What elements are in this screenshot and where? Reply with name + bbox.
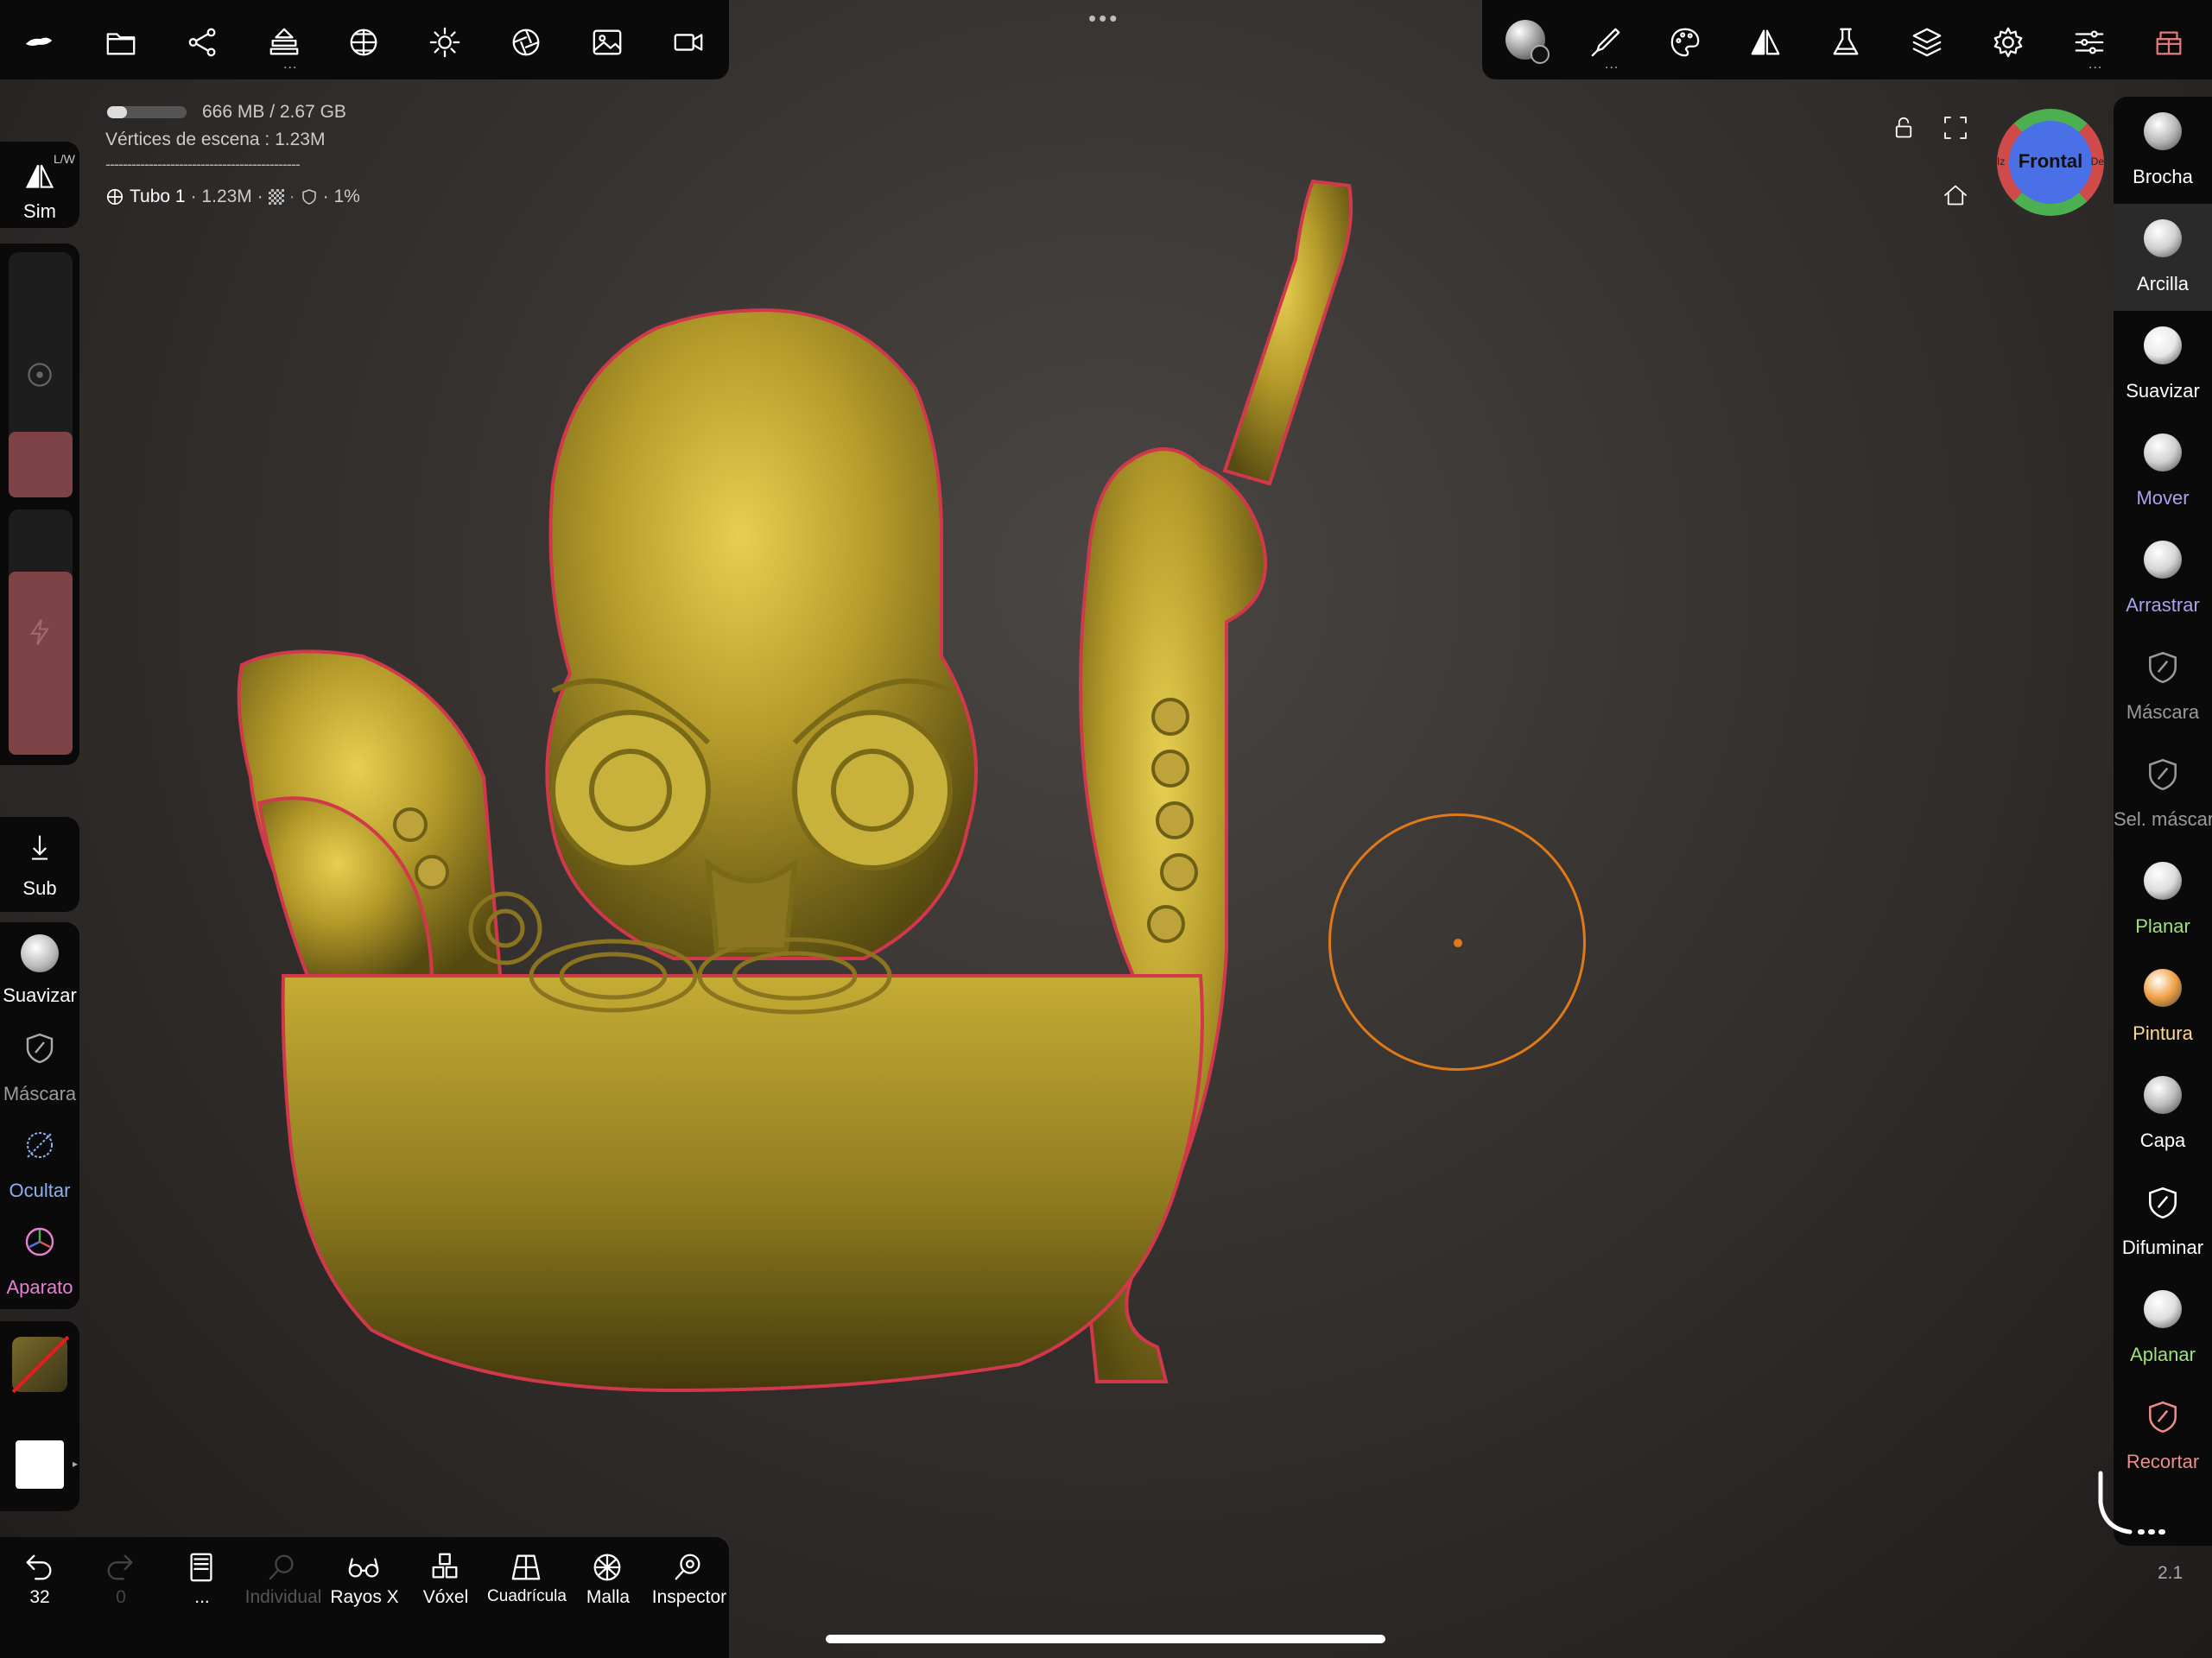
xray-button[interactable]: Rayos X [325,1546,404,1632]
orientation-cube[interactable]: Frontal Iz De [1997,109,2104,216]
brush-sphere-icon [2144,1076,2182,1114]
brush-tool[interactable]: Máscara [2114,632,2212,739]
brush-sphere-icon [2144,112,2182,150]
grid-label: Cuadrícula [487,1587,567,1605]
redo-icon [107,1554,133,1580]
brush-sphere-icon [2144,326,2182,364]
brush-tool[interactable]: Mover [2114,418,2212,525]
inspector-button[interactable]: Inspector [650,1546,729,1632]
brush-glyph-icon [2149,1187,2177,1219]
glasses-icon [348,1558,379,1578]
voxel-label: Vóxel [422,1587,469,1607]
brush-tool-label: Mover [2136,487,2190,509]
brush-sphere-icon [2144,862,2182,900]
solo-label: Individual [244,1587,322,1607]
undo-icon [26,1554,52,1580]
brush-tool-label: Pintura [2133,1022,2193,1044]
mesh-button[interactable]: Malla [568,1546,648,1632]
brush-tool[interactable]: Sel. máscara [2114,739,2212,846]
viewport-model[interactable] [0,0,2212,1658]
brush-sphere-icon [2144,1290,2182,1328]
grid-icon [511,1554,541,1580]
brush-tool-label: Difuminar [2121,1237,2204,1258]
brush-tool[interactable]: Arcilla [2114,204,2212,311]
solo-button[interactable]: Individual [244,1546,323,1632]
brush-sphere-icon [2144,219,2182,257]
mesh-label: Malla [586,1587,631,1607]
fullscreen-icon[interactable] [1938,111,1973,145]
wireframe-sphere-icon [593,1554,621,1581]
redo-button[interactable]: 0 [81,1546,161,1632]
brush-tool-label: Brocha [2133,166,2193,187]
brush-cursor [1328,813,1586,1071]
brush-tool[interactable]: Capa [2114,1060,2212,1168]
brush-tool-label: Suavizar [2126,380,2200,402]
version-label: 2.1 [2158,1563,2183,1583]
lock-icon[interactable] [1886,111,1921,145]
voxel-cubes-icon [432,1553,458,1579]
brush-tool[interactable]: Arrastrar [2114,525,2212,632]
scenes-more: ... [194,1587,210,1607]
grid-button[interactable]: Cuadrícula [487,1546,567,1632]
brush-sphere-icon [2144,541,2182,579]
brush-tool[interactable]: Suavizar [2114,311,2212,418]
inspector-label: Inspector [651,1587,727,1607]
brush-tools-panel: Brocha Arcilla Suavizar Mover Arrastrar Másca… [2114,97,2212,1546]
xray-label: Rayos X [330,1587,399,1607]
brush-tool[interactable]: Brocha [2114,97,2212,204]
inspector-eye-icon [675,1554,700,1580]
home-indicator[interactable] [826,1635,1385,1643]
undo-count: 32 [29,1587,50,1607]
brush-cursor-center [1454,939,1462,947]
voxel-button[interactable]: Vóxel [406,1546,485,1632]
brush-tool[interactable]: Difuminar [2114,1168,2212,1275]
brush-glyph-icon [2149,1401,2177,1433]
gizmo-left-label: Iz [1997,155,2006,168]
brush-glyph-icon [2149,758,2177,791]
brush-glyph-icon [2149,651,2177,684]
brush-sphere-icon [2144,433,2182,471]
brush-sphere-icon [2144,969,2182,1007]
brush-tool[interactable]: Planar [2114,846,2212,953]
undo-button[interactable]: 32 [0,1546,79,1632]
panel-scroll-handle[interactable] [2095,1468,2173,1537]
home-view-icon[interactable] [1938,178,1973,212]
brush-tool-label: Arrastrar [2126,594,2200,616]
gizmo-front-label: Frontal [2018,150,2083,172]
brush-tool-label: Máscara [2126,701,2200,723]
brush-tool[interactable]: Pintura [2114,953,2212,1060]
gizmo-right-label: De [2090,155,2104,168]
brush-tool[interactable]: Aplanar [2114,1275,2212,1382]
redo-count: 0 [116,1587,126,1607]
search-icon [269,1554,294,1580]
scenes-button[interactable]: ... [162,1546,242,1632]
brush-tool-label: Capa [2139,1130,2186,1151]
brush-tool-label: Sel. máscara [2114,808,2212,830]
brush-tool-label: Aplanar [2130,1344,2196,1365]
brush-tool-label: Arcilla [2137,273,2189,294]
brush-tool-label: Planar [2135,915,2190,937]
book-icon [190,1553,212,1582]
